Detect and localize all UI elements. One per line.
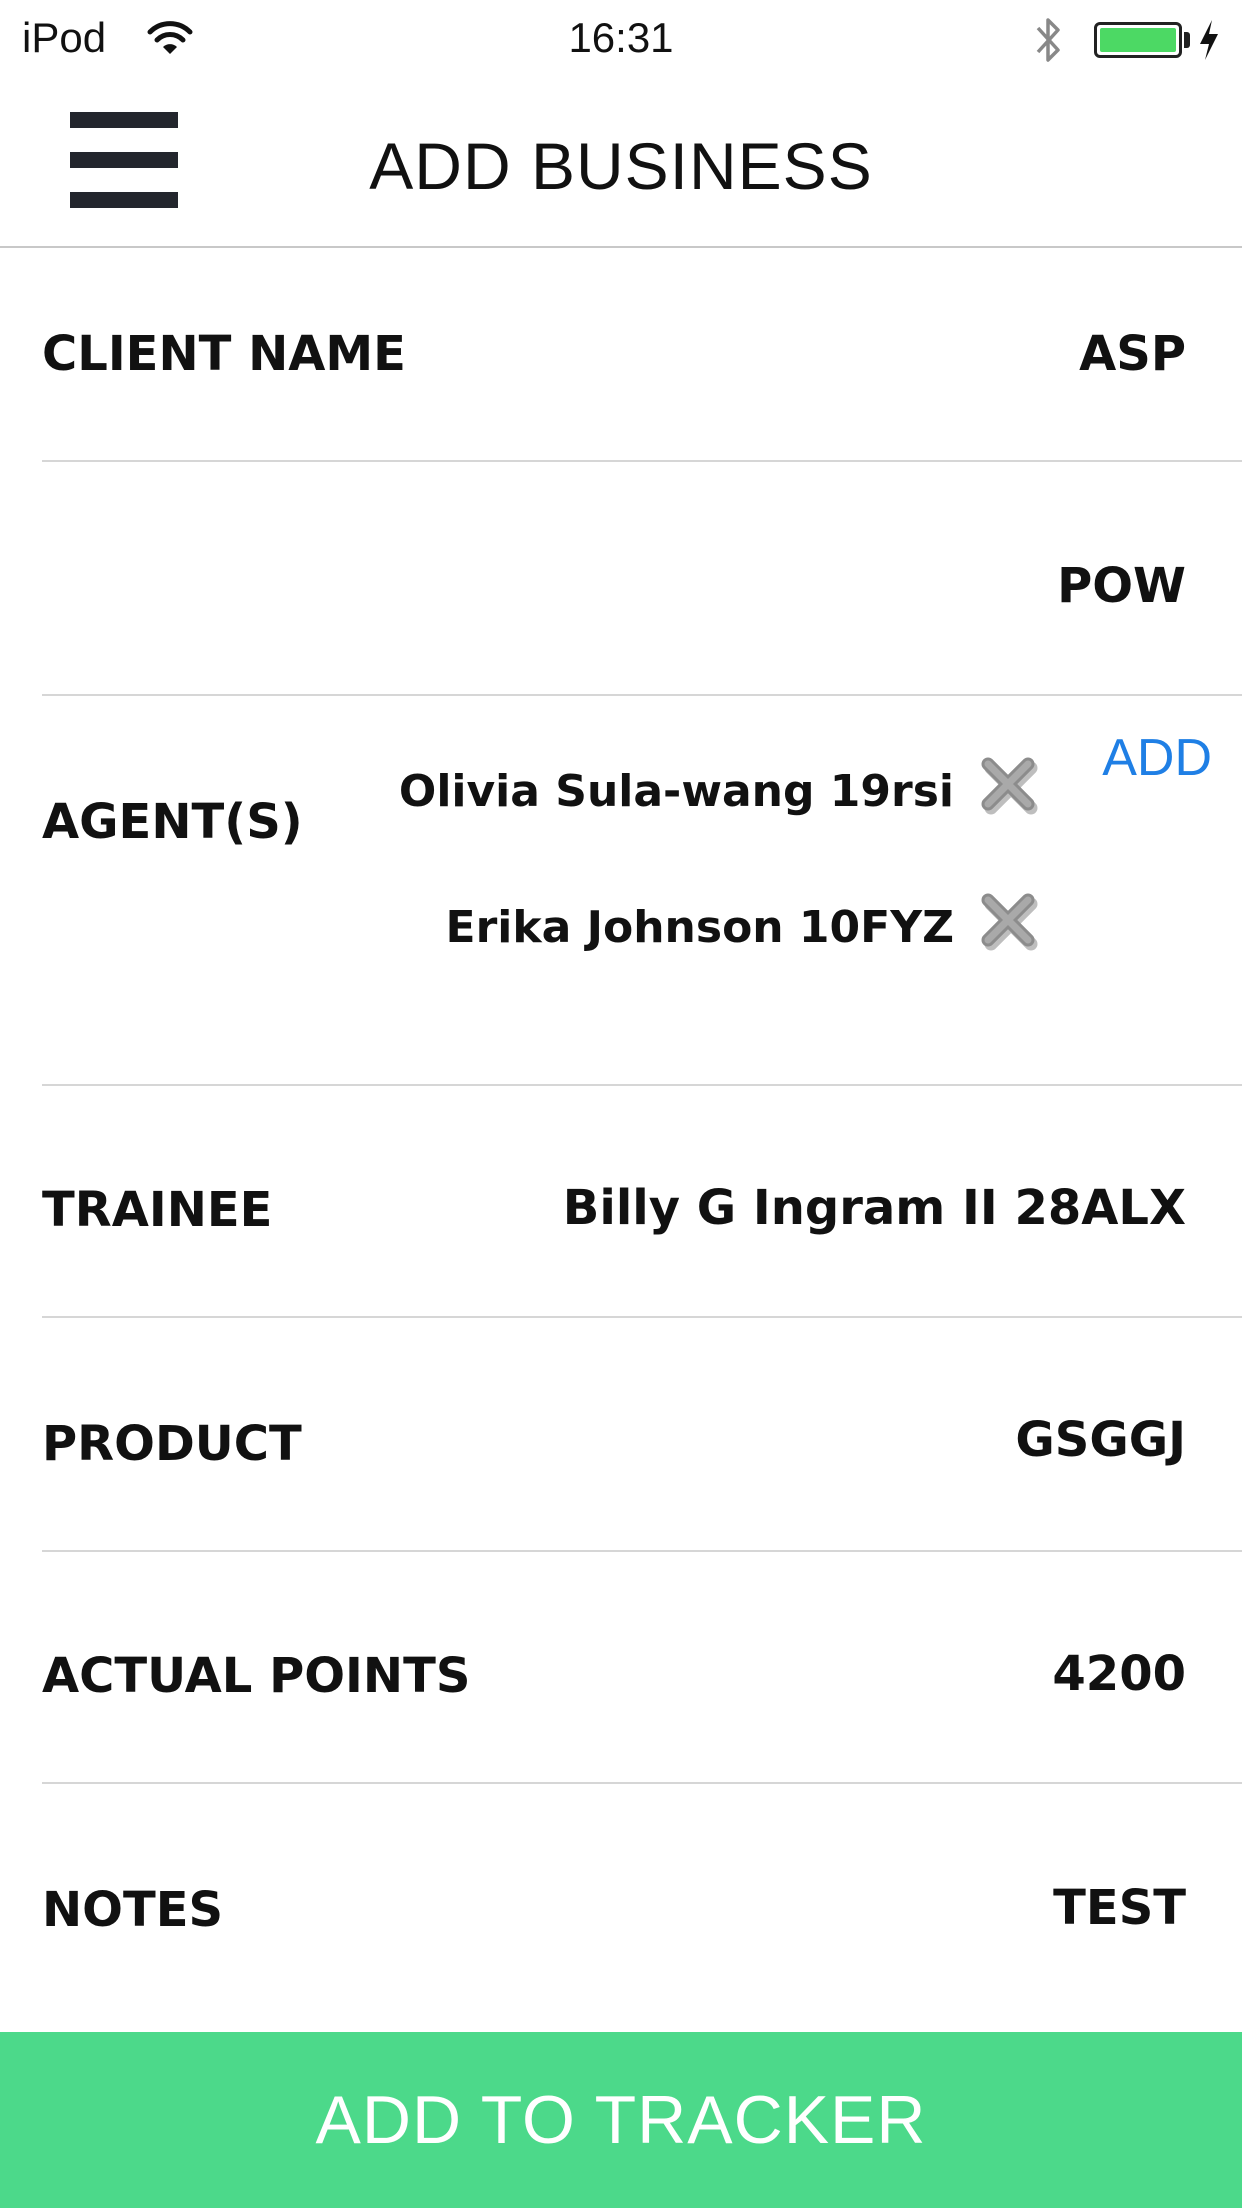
trainee-label: TRAINEE xyxy=(42,1182,273,1238)
charging-bolt-icon xyxy=(1200,20,1218,60)
actual-points-label: ACTUAL POINTS xyxy=(42,1648,471,1704)
bluetooth-icon xyxy=(1036,18,1060,62)
client-name-field[interactable]: ASP xyxy=(1079,326,1186,382)
battery-level xyxy=(1100,28,1176,52)
close-x-icon[interactable] xyxy=(976,888,1040,952)
divider xyxy=(42,1782,1242,1784)
notes-field[interactable]: TEST xyxy=(1053,1880,1186,1936)
add-agent-button[interactable]: ADD xyxy=(1102,728,1212,788)
product-field[interactable]: GSGGJ xyxy=(1015,1412,1186,1468)
nav-bar: ADD BUSINESS xyxy=(0,80,1242,248)
divider xyxy=(42,1550,1242,1552)
client-name-secondary-field[interactable]: POW xyxy=(1057,558,1186,614)
agents-label: AGENT(S) xyxy=(42,794,303,850)
divider xyxy=(42,460,1242,462)
page-title: ADD BUSINESS xyxy=(369,129,873,203)
battery-tip xyxy=(1184,32,1190,48)
agent-item-name: Olivia Sula-wang 19rsi xyxy=(398,766,954,817)
product-label: PRODUCT xyxy=(42,1416,302,1472)
status-bar: iPod 16:31 xyxy=(0,0,1242,80)
client-name-label: CLIENT NAME xyxy=(42,326,406,382)
agent-item-name: Erika Johnson 10FYZ xyxy=(445,902,954,953)
divider xyxy=(42,1084,1242,1086)
trainee-field[interactable]: Billy G Ingram II 28ALX xyxy=(563,1180,1186,1236)
divider xyxy=(42,694,1242,696)
add-to-tracker-button[interactable]: ADD TO TRACKER xyxy=(0,2032,1242,2208)
close-x-icon[interactable] xyxy=(976,752,1040,816)
battery-icon xyxy=(1094,22,1182,58)
notes-label: NOTES xyxy=(42,1882,224,1938)
actual-points-field[interactable]: 4200 xyxy=(1052,1646,1186,1702)
divider xyxy=(42,1316,1242,1318)
